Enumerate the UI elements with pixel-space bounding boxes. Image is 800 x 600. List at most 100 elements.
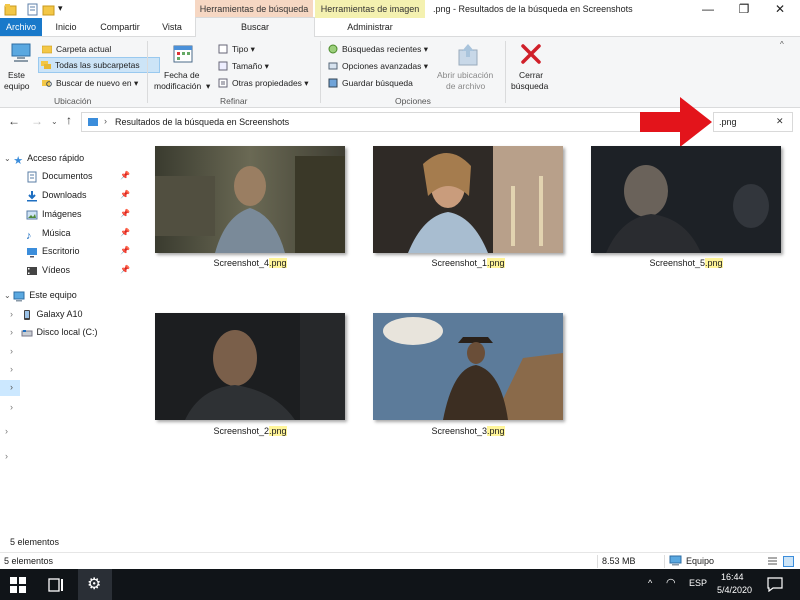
new-folder-icon[interactable] <box>42 3 55 16</box>
nav-item-musica[interactable]: ♪ Música <box>26 225 71 242</box>
thumbnail-screenshot-1[interactable] <box>373 146 563 253</box>
nav-selected-row[interactable]: › <box>0 380 20 396</box>
windows-start-icon[interactable] <box>10 577 26 593</box>
drive-icon <box>21 329 33 337</box>
cerrar-busqueda-button[interactable]: Cerrar búsqueda <box>508 41 554 93</box>
address-bar[interactable]: › Resultados de la búsqueda en Screensho… <box>81 112 641 132</box>
pin-icon[interactable]: 📌 <box>120 190 130 199</box>
tab-vista[interactable]: Vista <box>155 18 189 36</box>
close-button[interactable]: ✕ <box>762 0 798 20</box>
thumbnail-screenshot-2[interactable] <box>155 313 345 420</box>
clock-time[interactable]: 16:44 <box>721 572 744 582</box>
opciones-avanzadas-button[interactable]: Opciones avanzadas ▾ <box>326 59 428 73</box>
nav-item-galaxy[interactable]: › Galaxy A10 <box>10 306 83 322</box>
image-icon <box>26 210 38 220</box>
qat-dropdown-icon[interactable]: ▾ <box>58 3 63 14</box>
tipo-button[interactable]: Tipo ▾ <box>216 42 255 56</box>
otras-propiedades-button[interactable]: Otras propiedades ▾ <box>216 76 309 90</box>
pin-icon[interactable]: 📌 <box>120 171 130 180</box>
minimize-button[interactable]: — <box>690 0 726 20</box>
nav-item-disco[interactable]: › Disco local (C:) <box>10 324 98 340</box>
nav-item-label: Documentos <box>42 171 93 181</box>
forward-arrow-icon[interactable]: → <box>31 114 43 128</box>
notifications-icon[interactable] <box>767 577 783 592</box>
nav-item-label: Imágenes <box>42 209 82 219</box>
recent-locations-icon[interactable]: ⌄ <box>51 117 58 126</box>
pin-icon[interactable]: 📌 <box>120 265 130 274</box>
nav-item-label: Downloads <box>42 190 87 200</box>
todas-subcarpetas-button[interactable]: Todas las subcarpetas <box>38 57 160 73</box>
search-input[interactable]: .png ✕ <box>713 112 793 132</box>
tab-compartir[interactable]: Compartir <box>92 18 148 36</box>
chevron-right-icon[interactable]: › <box>5 426 8 436</box>
nav-item-downloads[interactable]: Downloads <box>26 187 87 203</box>
thumbnail-screenshot-5[interactable] <box>591 146 781 253</box>
abrir-ubicacion-button[interactable]: Abrir ubicación de archivo <box>434 41 504 93</box>
opciones-avanzadas-label: Opciones avanzadas <box>342 61 422 71</box>
nav-item-label: Música <box>42 228 71 238</box>
nav-item-escritorio[interactable]: Escritorio <box>26 243 80 259</box>
chevron-right-icon[interactable]: › <box>10 364 13 374</box>
back-arrow-icon[interactable]: ← <box>8 114 20 128</box>
calendar-icon <box>173 45 193 63</box>
details-view-icon[interactable] <box>767 556 778 567</box>
nav-item-documentos[interactable]: Documentos <box>26 168 93 184</box>
pin-icon[interactable]: 📌 <box>120 209 130 218</box>
collapse-ribbon-icon[interactable]: ^ <box>780 40 784 49</box>
chevron-down-icon: ▾ <box>262 61 269 71</box>
carpeta-actual-button[interactable]: Carpeta actual <box>40 42 111 56</box>
properties-icon[interactable] <box>26 3 39 16</box>
busquedas-recientes-button[interactable]: Búsquedas recientes ▾ <box>326 42 428 56</box>
file-label[interactable]: Screenshot_4.png <box>155 258 345 268</box>
search-input-value: .png <box>719 117 737 127</box>
nav-item-label: Galaxy A10 <box>36 309 83 319</box>
clock-date[interactable]: 5/4/2020 <box>717 585 752 595</box>
este-equipo-label-2: equipo <box>4 81 30 91</box>
este-equipo-label-1: Este <box>8 70 26 80</box>
buscar-nuevo-button[interactable]: Buscar de nuevo en ▾ <box>40 76 138 90</box>
recent-searches-icon <box>328 44 338 54</box>
maximize-button[interactable]: ❐ <box>726 0 762 20</box>
file-label[interactable]: Screenshot_5.png <box>591 258 781 268</box>
task-view-icon[interactable] <box>48 577 64 593</box>
tamano-button[interactable]: Tamaño ▾ <box>216 59 269 73</box>
taskbar-settings-button[interactable]: ⚙ <box>78 569 112 600</box>
tab-administrar[interactable]: Administrar <box>330 18 410 36</box>
address-path[interactable]: Resultados de la búsqueda en Screenshots <box>115 117 289 127</box>
tab-buscar[interactable]: Buscar <box>195 17 315 37</box>
up-arrow-icon[interactable]: ↑ <box>66 113 72 127</box>
chevron-right-icon[interactable]: › <box>10 346 13 356</box>
thumbnail-screenshot-4[interactable] <box>155 146 345 253</box>
file-name: Screenshot_3 <box>431 426 487 436</box>
wifi-icon[interactable]: ◠ <box>666 576 676 589</box>
guardar-busqueda-button[interactable]: Guardar búsqueda <box>326 76 413 90</box>
pin-icon[interactable]: 📌 <box>120 246 130 255</box>
file-label[interactable]: Screenshot_2.png <box>155 426 345 436</box>
file-label[interactable]: Screenshot_3.png <box>373 426 563 436</box>
este-equipo-button[interactable]: Este equipo <box>4 41 36 91</box>
chevron-right-icon[interactable]: › <box>5 451 8 461</box>
large-icons-view-icon[interactable] <box>783 556 794 567</box>
nav-item-videos[interactable]: Vídeos <box>26 262 70 278</box>
tab-archivo[interactable]: Archivo <box>0 18 42 36</box>
computer-icon <box>13 291 25 302</box>
fecha-modificacion-button[interactable]: Fecha de modificación ▾ <box>152 41 210 93</box>
clear-search-icon[interactable]: ✕ <box>776 116 784 127</box>
file-label[interactable]: Screenshot_1.png <box>373 258 563 268</box>
nav-quick-access[interactable]: ⌄ ★ Acceso rápido <box>4 150 84 167</box>
fecha-label-1: Fecha de <box>164 70 200 80</box>
thumbnail-screenshot-3[interactable] <box>373 313 563 420</box>
explorer-icon[interactable] <box>4 3 17 16</box>
file-extension-highlight: .png <box>269 426 287 436</box>
language-indicator[interactable]: ESP <box>689 578 707 588</box>
file-extension-highlight: .png <box>269 258 287 268</box>
chevron-up-icon[interactable]: ^ <box>648 578 652 588</box>
tab-inicio[interactable]: Inicio <box>48 18 84 36</box>
pin-icon[interactable]: 📌 <box>120 228 130 237</box>
close-search-icon <box>521 44 541 64</box>
status-divider <box>664 555 665 568</box>
chevron-right-icon[interactable]: › <box>10 402 13 412</box>
group-divider <box>505 41 506 103</box>
nav-this-pc[interactable]: ⌄ Este equipo <box>4 287 77 303</box>
nav-item-imagenes[interactable]: Imágenes <box>26 206 82 222</box>
